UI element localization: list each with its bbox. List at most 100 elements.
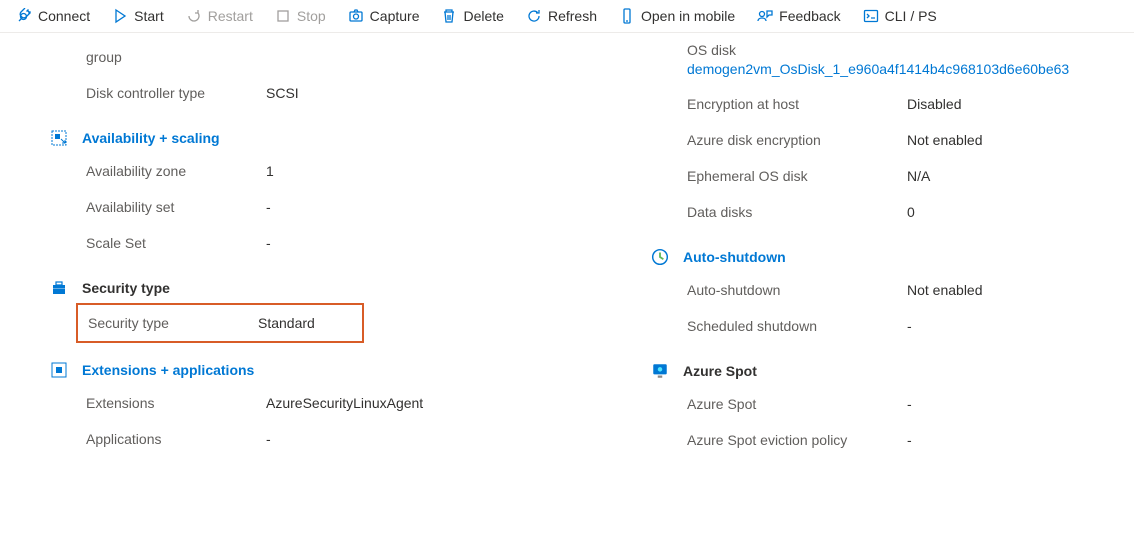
right-column: OS disk demogen2vm_OsDisk_1_e960a4f1414b… [567, 39, 1134, 458]
azure-disk-enc-label: Azure disk encryption [687, 126, 907, 154]
trash-icon [441, 8, 457, 24]
os-disk-value: demogen2vm_OsDisk_1_e960a4f1414b4c968103… [627, 61, 1134, 86]
restart-label: Restart [208, 8, 253, 24]
availability-section-title: Availability + scaling [82, 130, 220, 146]
disk-controller-label: Disk controller type [86, 79, 266, 107]
applications-label: Applications [86, 425, 266, 453]
spot-section-title: Azure Spot [683, 363, 757, 379]
extensions-value: AzureSecurityLinuxAgent [266, 389, 423, 417]
open-mobile-button[interactable]: Open in mobile [619, 8, 735, 24]
azure-spot-label: Azure Spot [687, 390, 907, 418]
left-column: group Disk controller type SCSI Availabi… [0, 39, 567, 458]
scale-set-value: - [266, 229, 271, 257]
availability-section[interactable]: Availability + scaling [0, 111, 567, 153]
connect-label: Connect [38, 8, 90, 24]
ephemeral-row: Ephemeral OS disk N/A [627, 158, 1134, 194]
play-icon [112, 8, 128, 24]
command-bar: Connect Start Restart Stop Capture Delet… [0, 0, 1134, 33]
camera-icon [348, 8, 364, 24]
plug-icon [16, 8, 32, 24]
start-button[interactable]: Start [112, 8, 164, 24]
mobile-icon [619, 8, 635, 24]
autoshutdown-row: Auto-shutdown Not enabled [627, 272, 1134, 308]
stop-label: Stop [297, 8, 326, 24]
delete-button[interactable]: Delete [441, 8, 503, 24]
group-label: group [86, 43, 266, 71]
scaling-icon [50, 129, 68, 147]
stop-icon [275, 8, 291, 24]
availability-set-row: Availability set - [0, 189, 567, 225]
azure-disk-enc-row: Azure disk encryption Not enabled [627, 122, 1134, 158]
extensions-row: Extensions AzureSecurityLinuxAgent [0, 385, 567, 421]
disk-controller-value: SCSI [266, 79, 299, 107]
availability-set-label: Availability set [86, 193, 266, 221]
refresh-icon [526, 8, 542, 24]
security-section-title: Security type [82, 280, 170, 296]
properties-pane: group Disk controller type SCSI Availabi… [0, 33, 1134, 478]
monitor-icon [651, 362, 669, 380]
capture-label: Capture [370, 8, 420, 24]
data-disks-label: Data disks [687, 198, 907, 226]
feedback-label: Feedback [779, 8, 840, 24]
azure-disk-enc-value: Not enabled [907, 126, 983, 154]
azure-spot-row: Azure Spot - [627, 386, 1134, 422]
delete-label: Delete [463, 8, 503, 24]
feedback-icon [757, 8, 773, 24]
refresh-button[interactable]: Refresh [526, 8, 597, 24]
scheduled-shutdown-row: Scheduled shutdown - [627, 308, 1134, 344]
security-type-highlight: Security type Standard [76, 303, 364, 343]
security-type-row: Security type Standard [88, 307, 362, 339]
scale-set-row: Scale Set - [0, 225, 567, 261]
open-mobile-label: Open in mobile [641, 8, 735, 24]
disk-controller-row: Disk controller type SCSI [0, 75, 567, 111]
cli-button[interactable]: CLI / PS [863, 8, 937, 24]
applications-row: Applications - [0, 421, 567, 457]
extensions-section-title: Extensions + applications [82, 362, 254, 378]
security-type-label: Security type [88, 311, 258, 335]
autoshutdown-label: Auto-shutdown [687, 276, 907, 304]
cli-label: CLI / PS [885, 8, 937, 24]
start-label: Start [134, 8, 164, 24]
stop-button: Stop [275, 8, 326, 24]
os-disk-link[interactable]: demogen2vm_OsDisk_1_e960a4f1414b4c968103… [687, 61, 1069, 77]
availability-zone-row: Availability zone 1 [0, 153, 567, 189]
scale-set-label: Scale Set [86, 229, 266, 257]
extensions-section[interactable]: Extensions + applications [0, 343, 567, 385]
encryption-host-value: Disabled [907, 90, 961, 118]
scheduled-shutdown-label: Scheduled shutdown [687, 312, 907, 340]
spot-eviction-value: - [907, 426, 912, 454]
encryption-host-label: Encryption at host [687, 90, 907, 118]
connect-button[interactable]: Connect [16, 8, 90, 24]
azure-spot-value: - [907, 390, 912, 418]
restart-button: Restart [186, 8, 253, 24]
security-type-value[interactable]: Standard [258, 311, 315, 335]
spot-section: Azure Spot [627, 344, 1134, 386]
spot-eviction-label: Azure Spot eviction policy [687, 426, 907, 454]
applications-value: - [266, 425, 271, 453]
availability-zone-value: 1 [266, 157, 274, 185]
group-row: group [0, 39, 567, 75]
scheduled-shutdown-value: - [907, 312, 912, 340]
autoshutdown-section[interactable]: Auto-shutdown [627, 230, 1134, 272]
feedback-button[interactable]: Feedback [757, 8, 840, 24]
autoshutdown-section-title: Auto-shutdown [683, 249, 786, 265]
extensions-label: Extensions [86, 389, 266, 417]
os-disk-label: OS disk [627, 39, 1134, 61]
terminal-icon [863, 8, 879, 24]
data-disks-value: 0 [907, 198, 915, 226]
ephemeral-value: N/A [907, 162, 930, 190]
clock-icon [651, 248, 669, 266]
data-disks-row: Data disks 0 [627, 194, 1134, 230]
availability-set-value: - [266, 193, 271, 221]
extensions-icon [50, 361, 68, 379]
capture-button[interactable]: Capture [348, 8, 420, 24]
ephemeral-label: Ephemeral OS disk [687, 162, 907, 190]
encryption-host-row: Encryption at host Disabled [627, 86, 1134, 122]
restart-icon [186, 8, 202, 24]
autoshutdown-value: Not enabled [907, 276, 983, 304]
security-section: Security type [0, 261, 567, 303]
spot-eviction-row: Azure Spot eviction policy - [627, 422, 1134, 458]
briefcase-icon [50, 279, 68, 297]
refresh-label: Refresh [548, 8, 597, 24]
availability-zone-label: Availability zone [86, 157, 266, 185]
